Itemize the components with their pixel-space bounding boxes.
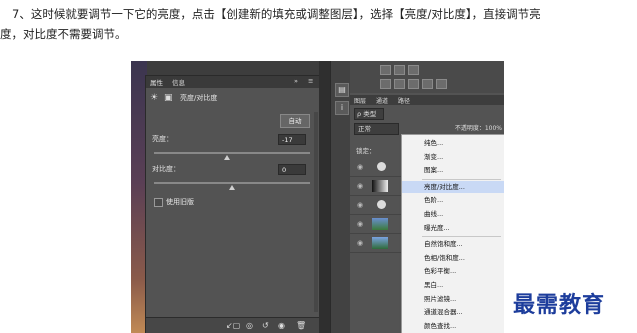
info-icon[interactable]: i xyxy=(335,101,349,115)
properties-tabbar: 属性 信息 » ≡ xyxy=(146,76,320,88)
instruction-line-1: 7、这时候就要调节一下它的亮度，点击【创建新的填充或调整图层】，选择【亮度/对比… xyxy=(12,7,541,21)
reset-icon[interactable]: ↺ xyxy=(262,321,269,330)
menu-item[interactable]: 曝光度... xyxy=(402,222,504,234)
lock-label: 锁定： xyxy=(356,147,376,155)
instruction-line-2: 度，对比度不需要调节。 xyxy=(0,27,127,41)
photoshop-screenshot: 属性 信息 » ≡ ☀ ▣ 亮度/对比度 自动 亮度： -17 对比度： 0 使… xyxy=(131,61,504,333)
delete-icon[interactable]: 🗑 xyxy=(296,321,306,330)
menu-item[interactable]: 通道混合器... xyxy=(402,306,504,318)
gradient-layer-thumbnail xyxy=(372,180,388,192)
brightness-slider-thumb[interactable] xyxy=(224,155,231,160)
adjustment-swatch-icon[interactable] xyxy=(408,79,419,89)
layer-row[interactable]: ◉ xyxy=(350,215,404,234)
eye-icon[interactable]: ◉ xyxy=(357,239,363,247)
eye-icon[interactable]: ◉ xyxy=(357,220,363,228)
menu-item[interactable]: 色相/饱和度... xyxy=(402,252,504,264)
layer-row[interactable]: ◉ xyxy=(350,234,404,253)
brightness-input[interactable]: -17 xyxy=(278,134,306,145)
tab-properties[interactable]: 属性 xyxy=(150,77,163,87)
visibility-icon[interactable]: ◉ xyxy=(278,321,285,330)
histogram-icon[interactable]: ▤ xyxy=(335,83,349,97)
contrast-label: 对比度： xyxy=(152,165,180,173)
clip-to-layer-icon[interactable]: ↙▢ xyxy=(226,321,240,330)
properties-scrollbar[interactable] xyxy=(314,112,318,312)
brightness-label: 亮度： xyxy=(152,135,173,143)
adjustment-layer-icon xyxy=(377,162,386,171)
panel-menu-icon[interactable]: ≡ xyxy=(308,77,313,85)
eye-icon[interactable]: ◉ xyxy=(357,163,363,171)
adjustment-swatch-icon[interactable] xyxy=(394,79,405,89)
properties-footer: ↙▢ ◎ ↺ ◉ 🗑 xyxy=(146,317,320,333)
menu-item[interactable]: 亮度/对比度... xyxy=(402,180,504,193)
menu-item[interactable]: 图案... xyxy=(402,164,504,176)
menu-separator xyxy=(422,236,501,238)
layer-filter-select[interactable]: ρ 类型 xyxy=(354,108,384,120)
adjustment-swatch-icon[interactable] xyxy=(422,79,433,89)
menu-item[interactable]: 颜色查找... xyxy=(402,320,504,332)
contrast-input[interactable]: 0 xyxy=(278,164,306,175)
menu-item[interactable]: 渐变... xyxy=(402,151,504,163)
opacity-field[interactable]: 不透明度：100% xyxy=(455,123,502,132)
adjustments-icons xyxy=(350,61,504,93)
menu-separator xyxy=(422,178,501,180)
instruction-text: 7、这时候就要调节一下它的亮度，点击【创建新的填充或调整图层】，选择【亮度/对比… xyxy=(0,4,637,44)
panel-icon-column: ▤ i xyxy=(330,61,351,333)
eye-icon[interactable]: ◉ xyxy=(357,201,363,209)
adjustment-swatch-icon[interactable] xyxy=(380,79,391,89)
menu-item[interactable]: 黑白... xyxy=(402,279,504,291)
layer-row[interactable]: ◉ xyxy=(350,177,404,196)
view-previous-icon[interactable]: ◎ xyxy=(246,321,253,330)
auto-button[interactable]: 自动 xyxy=(280,114,310,128)
legacy-label: 使用旧版 xyxy=(166,198,194,206)
brightness-slider-track[interactable] xyxy=(154,152,310,154)
image-layer-thumbnail xyxy=(372,218,388,230)
adjustment-swatch-icon[interactable] xyxy=(436,79,447,89)
layer-row[interactable]: ◉ xyxy=(350,196,404,215)
contrast-slider-track[interactable] xyxy=(154,182,310,184)
image-layer-thumbnail xyxy=(372,237,388,249)
tab-paths[interactable]: 路径 xyxy=(398,96,410,105)
menu-item[interactable]: 曲线... xyxy=(402,208,504,220)
mask-icon[interactable]: ▣ xyxy=(164,93,174,103)
sun-icon: ☀ xyxy=(150,93,159,103)
blend-mode-select[interactable]: 正常 xyxy=(354,123,399,135)
panel-collapse-icon[interactable]: » xyxy=(294,77,298,85)
tab-layers[interactable]: 图层 xyxy=(354,96,366,105)
eye-icon[interactable]: ◉ xyxy=(357,182,363,190)
menu-item[interactable]: 纯色... xyxy=(402,137,504,149)
tab-channels[interactable]: 通道 xyxy=(376,96,388,105)
tab-info[interactable]: 信息 xyxy=(172,77,185,87)
layer-row[interactable]: ◉ xyxy=(350,158,404,177)
layers-tabbar: 图层 通道 路径 xyxy=(350,95,504,105)
watermark-logo: 最需教育 xyxy=(513,292,606,318)
adjustment-layer-icon xyxy=(377,200,386,209)
properties-panel: 属性 信息 » ≡ ☀ ▣ 亮度/对比度 自动 亮度： -17 对比度： 0 使… xyxy=(145,75,321,333)
legacy-checkbox[interactable] xyxy=(154,198,163,207)
adjustment-swatch-icon[interactable] xyxy=(380,65,391,75)
menu-item[interactable]: 自然饱和度... xyxy=(402,238,504,250)
contrast-slider-thumb[interactable] xyxy=(229,185,235,190)
properties-header: ☀ ▣ 亮度/对比度 xyxy=(150,90,316,108)
menu-item[interactable]: 照片滤镜... xyxy=(402,293,504,305)
adjustment-swatch-icon[interactable] xyxy=(394,65,405,75)
adjustment-swatch-icon[interactable] xyxy=(408,65,419,75)
menu-item[interactable]: 色阶... xyxy=(402,194,504,206)
menu-item[interactable]: 色彩平衡... xyxy=(402,265,504,277)
adjustment-layer-menu: 纯色... 渐变... 图案... 亮度/对比度... 色阶... 曲线... 曝光度...… xyxy=(401,134,504,333)
adjustment-title: 亮度/对比度 xyxy=(180,94,218,102)
